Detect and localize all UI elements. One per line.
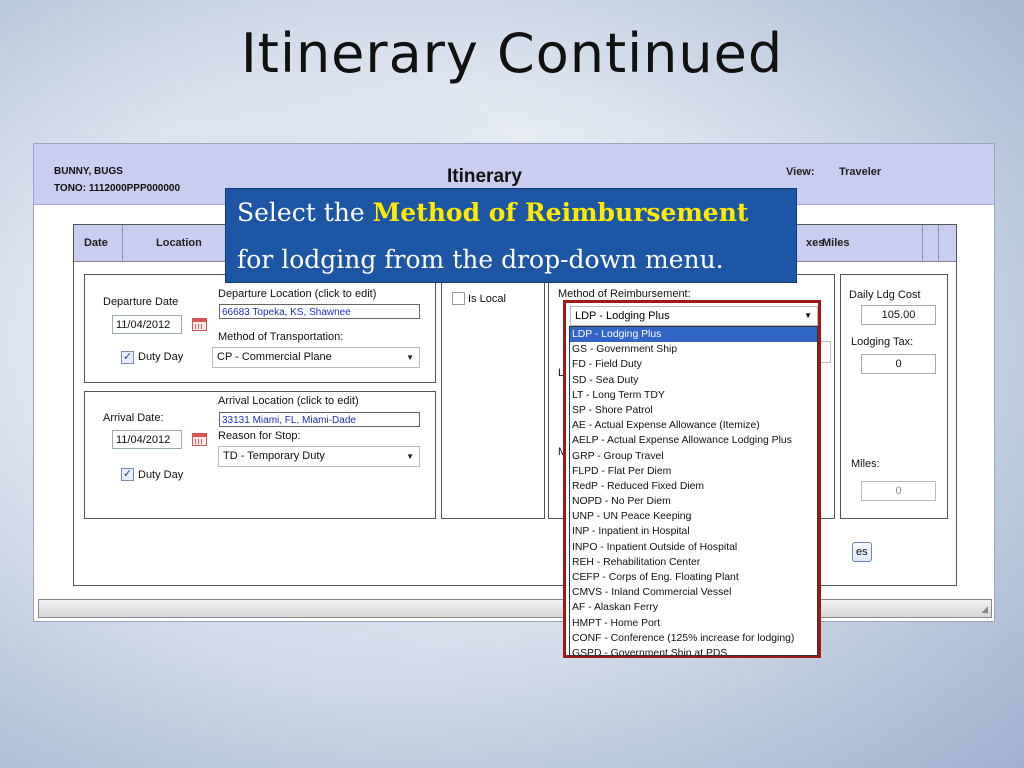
hidden-field-edge — [820, 341, 831, 363]
page-title: Itinerary — [447, 166, 522, 187]
dropdown-option[interactable]: CONF - Conference (125% increase for lod… — [570, 631, 817, 646]
departure-duty-day-checkbox[interactable]: ✓ — [121, 351, 134, 364]
traveler-name: BUNNY, BUGS — [54, 166, 123, 177]
dropdown-option[interactable]: INPO - Inpatient Outside of Hospital — [570, 540, 817, 555]
dropdown-option[interactable]: GSPD - Government Ship at PDS — [570, 646, 817, 655]
lodging-tax-label: Lodging Tax: — [851, 336, 914, 348]
daily-ldg-cost-input[interactable]: 105.00 — [861, 305, 936, 325]
reimbursement-options-list[interactable]: LDP - Lodging Plus GS - Government Ship FD… — [569, 326, 818, 656]
dropdown-option[interactable]: AF - Alaskan Ferry — [570, 600, 817, 615]
callout-line-1: Select the Method of Reimbursement — [237, 198, 748, 227]
dropdown-option[interactable]: FLPD - Flat Per Diem — [570, 464, 817, 479]
departure-date-label: Departure Date — [103, 296, 179, 308]
view-value[interactable]: Traveler — [839, 166, 881, 178]
col-divider — [938, 225, 939, 261]
chevron-down-icon: ▼ — [406, 353, 414, 362]
lodging-tax-input[interactable]: 0 — [861, 354, 936, 374]
calendar-icon[interactable] — [192, 318, 207, 331]
departure-location-label: Departure Location (click to edit) — [218, 288, 377, 300]
arrival-duty-day-label: Duty Day — [138, 469, 184, 481]
is-local-label: Is Local — [468, 293, 506, 305]
reimbursement-selected-value: LDP - Lodging Plus — [575, 310, 670, 322]
reimbursement-dropdown[interactable]: LDP - Lodging Plus ▼ LDP - Lodging Plus G… — [563, 300, 821, 658]
daily-ldg-cost-label: Daily Ldg Cost — [849, 289, 921, 301]
dropdown-option[interactable]: CEFP - Corps of Eng. Floating Plant — [570, 570, 817, 585]
dropdown-option[interactable]: INP - Inpatient in Hospital — [570, 524, 817, 539]
miles-input[interactable]: 0 — [861, 481, 936, 501]
arrival-duty-day-checkbox[interactable]: ✓ — [121, 468, 134, 481]
slide-title: Itinerary Continued — [240, 22, 784, 85]
dropdown-option[interactable]: RedP - Reduced Fixed Diem — [570, 479, 817, 494]
col-location: Location — [156, 237, 202, 249]
reason-select[interactable]: TD - Temporary Duty ▼ — [218, 446, 420, 467]
callout-text: Select the — [237, 198, 373, 227]
dropdown-option[interactable]: CMVS - Inland Commercial Vessel — [570, 585, 817, 600]
chevron-down-icon: ▼ — [804, 311, 812, 320]
reason-value: TD - Temporary Duty — [223, 450, 325, 462]
miles-label: Miles: — [851, 458, 880, 470]
cost-panel: Daily Ldg Cost 105.00 Lodging Tax: 0 Mil… — [840, 274, 948, 519]
dropdown-option[interactable]: SD - Sea Duty — [570, 373, 817, 388]
dropdown-option[interactable]: GS - Government Ship — [570, 342, 817, 357]
chevron-down-icon: ▼ — [406, 452, 414, 461]
resize-grip-icon[interactable]: ◢ — [981, 604, 988, 615]
callout-highlight: Method of Reimbursement — [372, 198, 749, 227]
col-divider — [122, 225, 123, 261]
col-miles: Miles — [822, 237, 850, 249]
reimbursement-select[interactable]: LDP - Lodging Plus ▼ — [570, 306, 818, 326]
dropdown-option[interactable]: LT - Long Term TDY — [570, 388, 817, 403]
dropdown-option[interactable]: NOPD - No Per Diem — [570, 494, 817, 509]
status-bar: ◢ — [38, 599, 992, 618]
departure-date-input[interactable]: 11/04/2012 — [112, 315, 182, 334]
arrival-location-field[interactable]: 33131 Miami, FL, Miami-Dade — [219, 412, 420, 427]
arrival-date-input[interactable]: 11/04/2012 — [112, 430, 182, 449]
transport-select[interactable]: CP - Commercial Plane ▼ — [212, 347, 420, 368]
callout-line-2: for lodging from the drop-down menu. — [237, 245, 724, 274]
is-local-panel: Is Local — [441, 274, 545, 519]
dropdown-option[interactable]: REH - Rehabilitation Center — [570, 555, 817, 570]
arrival-panel: Arrival Date: 11/04/2012 ✓ Duty Day Arri… — [84, 391, 436, 519]
arrival-location-label: Arrival Location (click to edit) — [218, 395, 359, 407]
dropdown-option[interactable]: HMPT - Home Port — [570, 616, 817, 631]
dropdown-option[interactable]: FD - Field Duty — [570, 357, 817, 372]
tono-number: TONO: 1112000PPP000000 — [54, 183, 181, 194]
departure-location-field[interactable]: 66683 Topeka, KS, Shawnee — [219, 304, 420, 319]
view-label: View: — [786, 166, 815, 178]
transport-value: CP - Commercial Plane — [217, 351, 332, 363]
partial-button[interactable]: es — [852, 542, 872, 562]
transport-label: Method of Transportation: — [218, 331, 344, 343]
dropdown-option[interactable]: LDP - Lodging Plus — [570, 327, 817, 343]
is-local-checkbox[interactable] — [452, 292, 465, 305]
dropdown-option[interactable]: UNP - UN Peace Keeping — [570, 509, 817, 524]
col-divider — [922, 225, 923, 261]
reason-label: Reason for Stop: — [218, 430, 301, 442]
arrival-date-label: Arrival Date: — [103, 412, 164, 424]
dropdown-option[interactable]: SP - Shore Patrol — [570, 403, 817, 418]
departure-duty-day-label: Duty Day — [138, 351, 184, 363]
departure-panel: Departure Date 11/04/2012 ✓ Duty Day Dep… — [84, 274, 436, 383]
col-date: Date — [84, 237, 108, 249]
dropdown-option[interactable]: AE - Actual Expense Allowance (Itemize) — [570, 418, 817, 433]
calendar-icon[interactable] — [192, 433, 207, 446]
dropdown-option[interactable]: AELP - Actual Expense Allowance Lodging … — [570, 433, 817, 448]
dropdown-option[interactable]: GRP - Group Travel — [570, 449, 817, 464]
reimbursement-label: Method of Reimbursement: — [558, 288, 691, 300]
instruction-callout: Select the Method of Reimbursement for l… — [225, 188, 797, 283]
